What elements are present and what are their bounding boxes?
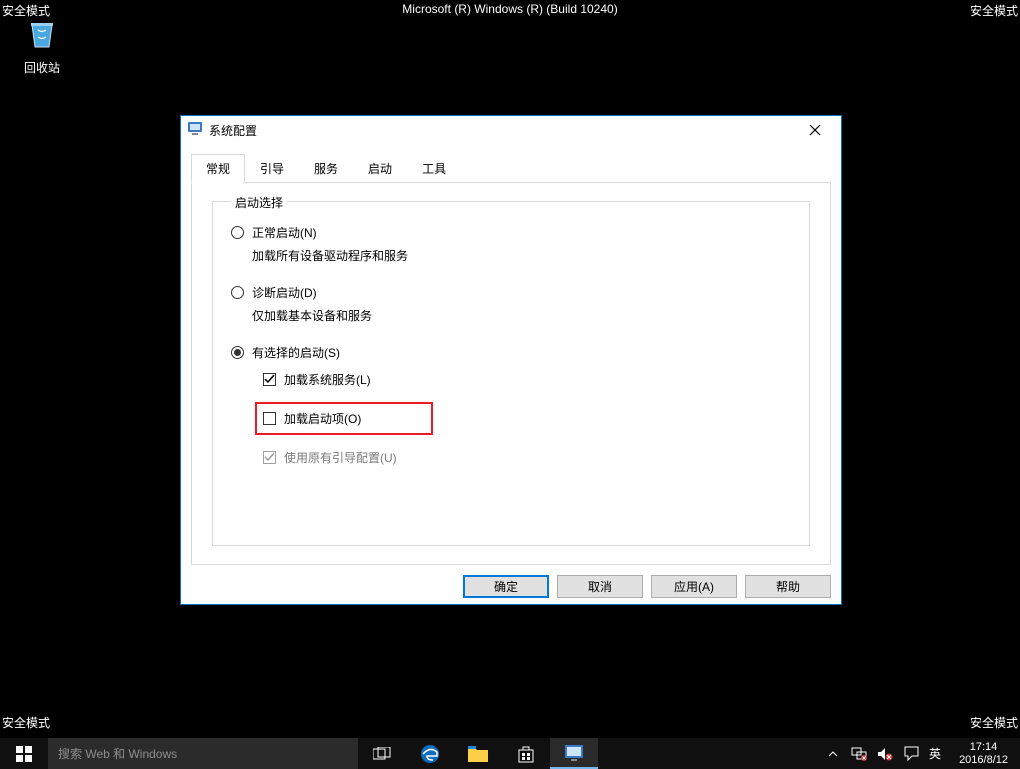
ok-button[interactable]: 确定 bbox=[463, 575, 549, 598]
tray-volume-button[interactable] bbox=[877, 746, 893, 762]
radio-normal-startup[interactable]: 正常启动(N) bbox=[231, 224, 791, 241]
radio-label: 正常启动(N) bbox=[252, 224, 317, 241]
close-icon bbox=[809, 124, 821, 136]
dialog-button-row: 确定 取消 应用(A) 帮助 bbox=[181, 575, 841, 610]
radio-label: 有选择的启动(S) bbox=[252, 344, 340, 361]
radio-diagnostic-startup[interactable]: 诊断启动(D) bbox=[231, 284, 791, 301]
tab-panel-general: 启动选择 正常启动(N) 加载所有设备驱动程序和服务 诊断启动(D) 仅加载基本… bbox=[191, 182, 831, 565]
tab-general[interactable]: 常规 bbox=[191, 154, 245, 183]
close-button[interactable] bbox=[795, 116, 835, 144]
checkbox-label: 使用原有引导配置(U) bbox=[284, 449, 397, 466]
tray-network-button[interactable] bbox=[851, 746, 867, 762]
radio-label: 诊断启动(D) bbox=[252, 284, 317, 301]
radio-icon bbox=[231, 226, 244, 239]
cancel-button[interactable]: 取消 bbox=[557, 575, 643, 598]
fieldset-legend: 启动选择 bbox=[231, 194, 287, 211]
safe-mode-label-tr: 安全模式 bbox=[970, 2, 1018, 19]
task-view-button[interactable] bbox=[358, 738, 406, 769]
windows-icon bbox=[16, 746, 32, 762]
clock-time: 17:14 bbox=[970, 741, 998, 754]
system-tray: 英 17:14 2016/8/12 bbox=[825, 738, 1020, 769]
checkbox-label: 加载启动项(O) bbox=[284, 410, 361, 427]
system-config-dialog: 系统配置 常规 引导 服务 启动 工具 启动选择 正常启动(N) 加载所有设备驱… bbox=[180, 115, 842, 605]
tab-startup[interactable]: 启动 bbox=[353, 154, 407, 183]
search-input[interactable]: 搜索 Web 和 Windows bbox=[48, 738, 358, 769]
ime-indicator[interactable]: 英 bbox=[929, 746, 941, 762]
dialog-title: 系统配置 bbox=[209, 122, 795, 139]
safe-mode-label-bl: 安全模式 bbox=[2, 714, 50, 731]
network-icon bbox=[851, 747, 867, 761]
tray-chevron-button[interactable] bbox=[825, 746, 841, 762]
checkbox-load-startup[interactable]: 加载启动项(O) bbox=[263, 410, 361, 427]
action-center-icon bbox=[904, 746, 919, 761]
volume-mute-icon bbox=[877, 747, 893, 761]
titlebar: 系统配置 bbox=[181, 116, 841, 144]
task-icons bbox=[358, 738, 598, 769]
recycle-bin-icon bbox=[24, 15, 60, 56]
tray-action-center-button[interactable] bbox=[903, 746, 919, 762]
tab-row: 常规 引导 服务 启动 工具 bbox=[181, 144, 841, 183]
recycle-bin-label: 回收站 bbox=[12, 59, 72, 76]
checkbox-icon bbox=[263, 373, 276, 386]
store-icon bbox=[517, 745, 535, 763]
task-view-icon bbox=[373, 747, 391, 761]
tab-boot[interactable]: 引导 bbox=[245, 154, 299, 183]
apply-button[interactable]: 应用(A) bbox=[651, 575, 737, 598]
taskbar: 搜索 Web 和 Windows 英 17:14 2016/8/12 bbox=[0, 738, 1020, 769]
build-info: Microsoft (R) Windows (R) (Build 10240) bbox=[402, 2, 617, 16]
checkbox-icon bbox=[263, 412, 276, 425]
desktop-icon-recycle-bin[interactable]: 回收站 bbox=[12, 15, 72, 76]
store-button[interactable] bbox=[502, 738, 550, 769]
explorer-button[interactable] bbox=[454, 738, 502, 769]
folder-icon bbox=[468, 746, 488, 762]
start-button[interactable] bbox=[0, 738, 48, 769]
help-button[interactable]: 帮助 bbox=[745, 575, 831, 598]
edge-icon bbox=[420, 744, 440, 764]
checkbox-icon bbox=[263, 451, 276, 464]
highlight-annotation: 加载启动项(O) bbox=[255, 402, 433, 435]
normal-startup-desc: 加载所有设备驱动程序和服务 bbox=[252, 247, 791, 264]
radio-icon bbox=[231, 286, 244, 299]
safe-mode-label-br: 安全模式 bbox=[970, 714, 1018, 731]
app-icon bbox=[187, 120, 203, 141]
checkbox-label: 加载系统服务(L) bbox=[284, 371, 371, 388]
diagnostic-startup-desc: 仅加载基本设备和服务 bbox=[252, 307, 791, 324]
radio-icon bbox=[231, 346, 244, 359]
chevron-up-icon bbox=[828, 749, 838, 759]
checkbox-original-boot: 使用原有引导配置(U) bbox=[263, 449, 791, 466]
checkbox-load-services[interactable]: 加载系统服务(L) bbox=[263, 371, 791, 388]
msconfig-taskbar-button[interactable] bbox=[550, 738, 598, 769]
tab-tools[interactable]: 工具 bbox=[407, 154, 461, 183]
clock[interactable]: 17:14 2016/8/12 bbox=[951, 741, 1016, 767]
edge-button[interactable] bbox=[406, 738, 454, 769]
tab-services[interactable]: 服务 bbox=[299, 154, 353, 183]
radio-selective-startup[interactable]: 有选择的启动(S) bbox=[231, 344, 791, 361]
msconfig-icon bbox=[564, 744, 584, 762]
startup-selection-fieldset: 启动选择 正常启动(N) 加载所有设备驱动程序和服务 诊断启动(D) 仅加载基本… bbox=[212, 201, 810, 546]
search-placeholder: 搜索 Web 和 Windows bbox=[58, 745, 177, 762]
clock-date: 2016/8/12 bbox=[959, 754, 1008, 767]
